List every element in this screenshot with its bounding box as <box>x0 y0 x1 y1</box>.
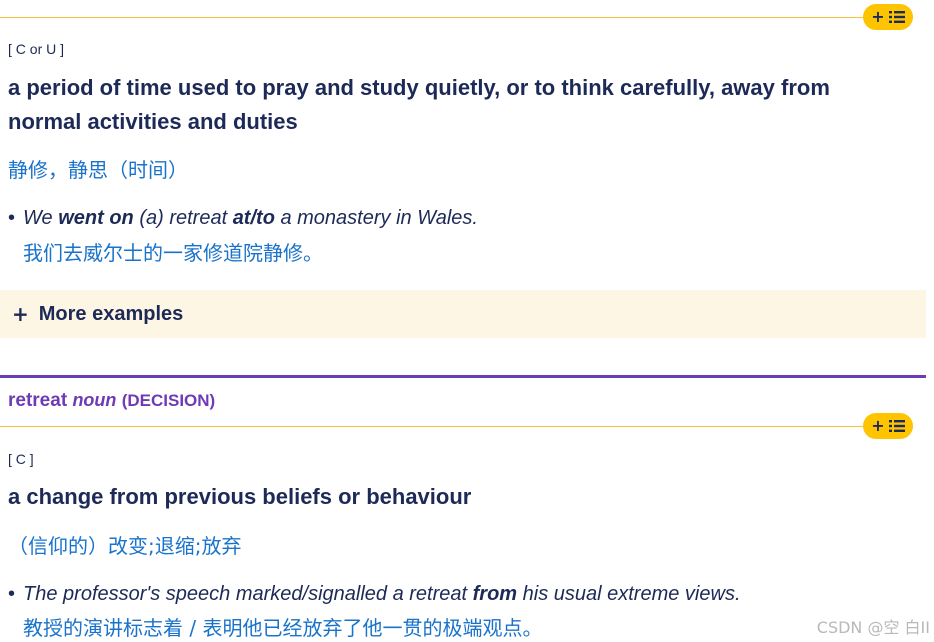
list-icon <box>888 420 905 432</box>
example-sentence: • The professor's speech marked/signalled… <box>8 583 741 605</box>
definition-translation: （信仰的）改变;退缩;放弃 <box>8 534 242 558</box>
example-translation: 我们去威尔士的一家修道院静修。 <box>23 241 323 265</box>
more-examples-button[interactable]: + More examples <box>0 290 926 338</box>
definition: a change from previous beliefs or behavi… <box>8 484 472 509</box>
part-of-speech: noun <box>72 390 117 410</box>
add-to-word-list-button[interactable]: + <box>863 4 913 30</box>
more-examples-label: More examples <box>38 302 184 325</box>
bullet: • <box>8 583 16 605</box>
sense-divider-line <box>0 17 866 18</box>
grammar-label: [ C or U ] <box>8 41 65 57</box>
definition-translation: 静修，静思（时间） <box>8 158 188 182</box>
bullet: • <box>8 207 16 229</box>
entry-divider <box>0 375 926 378</box>
headword: retreat <box>8 390 68 411</box>
guideword: (DECISION) <box>121 391 216 410</box>
example-translation: 教授的演讲标志着 / 表明他已经放弃了他一贯的极端观点。 <box>23 616 543 640</box>
definition: a period of time used to pray and study … <box>8 75 830 134</box>
entry-header: retreat noun (DECISION) <box>8 390 215 412</box>
plus-icon: + <box>871 7 885 26</box>
add-to-word-list-button[interactable]: + <box>863 413 913 439</box>
plus-icon: + <box>12 302 29 326</box>
plus-icon: + <box>871 416 885 435</box>
grammar-label: [ C ] <box>8 451 34 467</box>
sense-divider-line <box>0 426 866 427</box>
list-icon <box>888 11 905 23</box>
watermark: CSDN @空 白II <box>816 618 930 637</box>
example-sentence: • We went on (a) retreat at/to a monaster… <box>8 207 478 229</box>
